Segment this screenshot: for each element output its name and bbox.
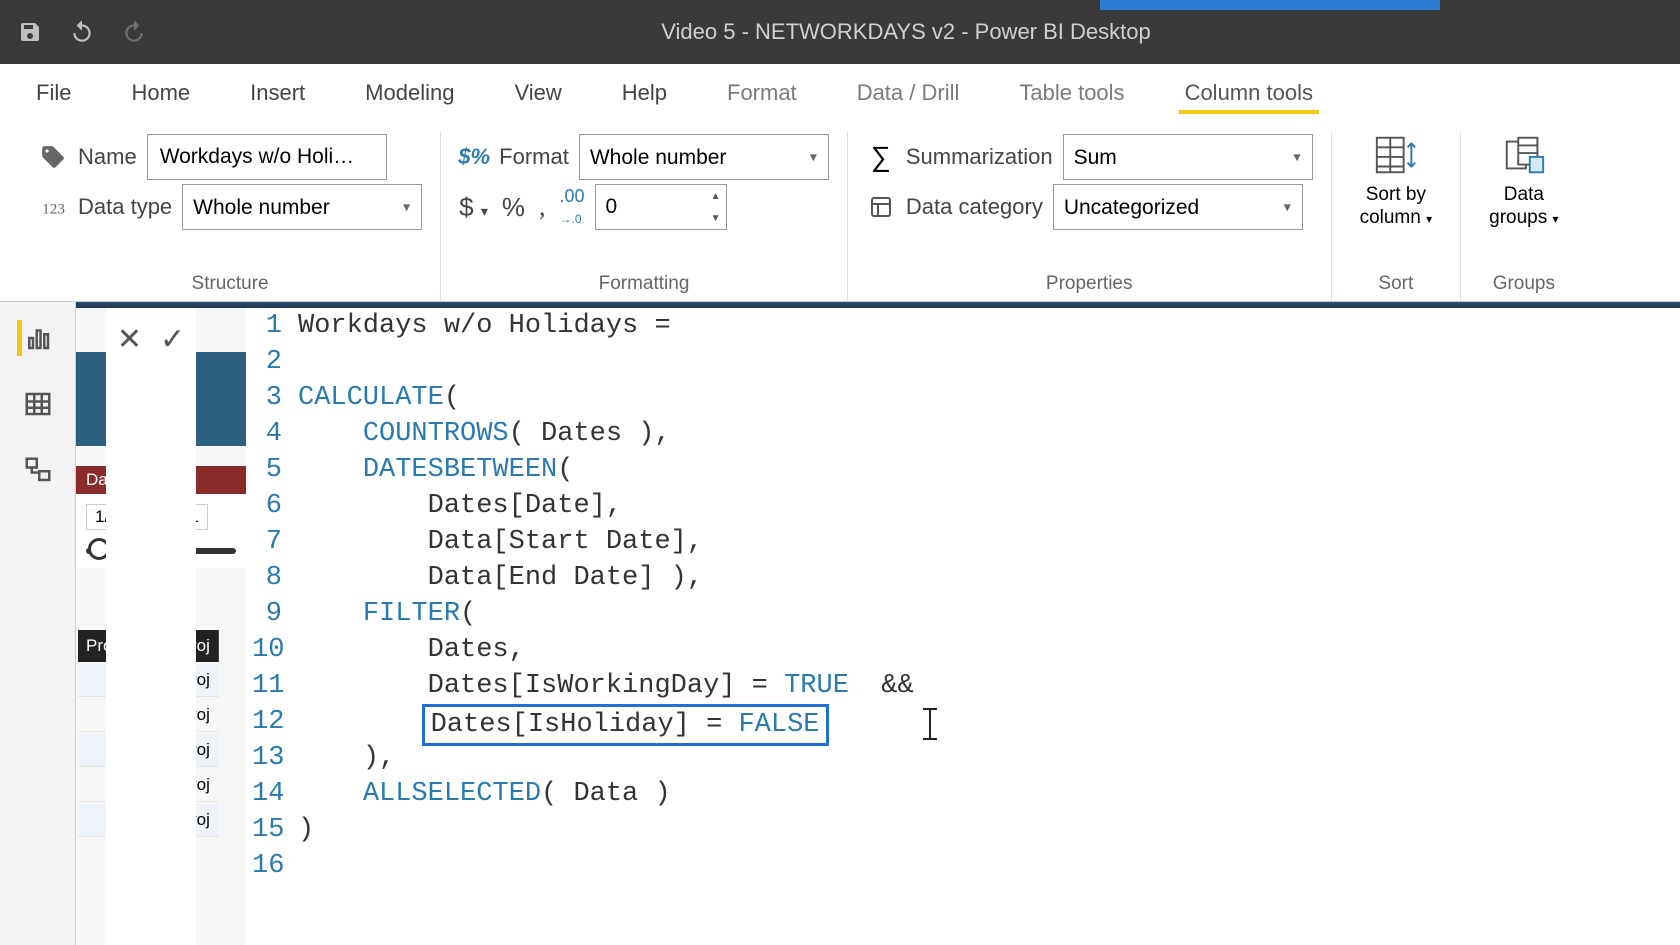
save-icon[interactable]: [16, 18, 44, 46]
undo-icon[interactable]: [68, 18, 96, 46]
currency-button[interactable]: $ ▾: [459, 192, 488, 223]
code-line[interactable]: Data[End Date] ),: [298, 560, 1680, 596]
sort-label: Sort bycolumn ▾: [1360, 184, 1433, 230]
groups-icon: [1501, 132, 1547, 178]
formula-cancel-icon[interactable]: ✕: [117, 322, 142, 357]
line-gutter: 12345678910111213141516: [252, 308, 292, 945]
left-nav: [0, 302, 76, 945]
sort-icon: [1373, 132, 1419, 178]
code-line[interactable]: FILTER(: [298, 596, 1680, 632]
svg-text:123: 123: [42, 201, 65, 218]
data-type-label: Data type: [78, 194, 172, 220]
code-line[interactable]: Dates[Date],: [298, 488, 1680, 524]
tab-home[interactable]: Home: [125, 72, 196, 114]
titlebar-accent: [1100, 0, 1440, 10]
tab-view[interactable]: View: [508, 72, 567, 114]
ribbon-tabs: File Home Insert Modeling View Help Form…: [0, 64, 1680, 122]
spinner-down-icon[interactable]: ▼: [706, 207, 726, 229]
code-line[interactable]: Data[Start Date],: [298, 524, 1680, 560]
code-line[interactable]: CALCULATE(: [298, 380, 1680, 416]
ribbon-group-formatting: $% Format Whole number $ ▾ % , .00→.0 ▲▼…: [441, 132, 848, 301]
decimals-input[interactable]: [596, 185, 706, 229]
tab-format[interactable]: Format: [721, 72, 803, 114]
window-title: Video 5 - NETWORKDAYS v2 - Power BI Desk…: [148, 19, 1664, 45]
nav-model-icon[interactable]: [20, 452, 56, 488]
code-line[interactable]: Dates,: [298, 632, 1680, 668]
ribbon-group-groups: Datagroups ▾ Groups: [1461, 132, 1586, 301]
tab-help[interactable]: Help: [616, 72, 673, 114]
code-line[interactable]: ): [298, 812, 1680, 848]
ribbon-group-properties: ∑ Summarization Sum Data category Uncate…: [848, 132, 1332, 301]
category-icon: [866, 192, 896, 222]
summarization-label: Summarization: [906, 144, 1053, 170]
code-line[interactable]: [298, 344, 1680, 380]
formula-area: ✕ ✓ 12345678910111213141516 Workdays w/o…: [76, 302, 1680, 945]
sort-title: Sort: [1378, 265, 1413, 301]
redo-icon[interactable]: [120, 18, 148, 46]
tab-data-drill[interactable]: Data / Drill: [851, 72, 966, 114]
code-line[interactable]: [298, 848, 1680, 884]
tab-insert[interactable]: Insert: [244, 72, 311, 114]
code-line[interactable]: Dates[IsHoliday] = FALSE: [298, 704, 1680, 740]
dax-editor[interactable]: 12345678910111213141516 Workdays w/o Hol…: [252, 308, 1680, 945]
code-body[interactable]: Workdays w/o Holidays = CALCULATE( COUNT…: [292, 308, 1680, 945]
properties-title: Properties: [866, 265, 1313, 301]
format-label: Format: [499, 144, 569, 170]
format-select[interactable]: Whole number: [579, 134, 829, 180]
ribbon-group-structure: Name 123 Data type Whole number Structur…: [20, 132, 441, 301]
data-type-icon: 123: [38, 192, 68, 222]
category-label: Data category: [906, 194, 1043, 220]
formula-commit-icon[interactable]: ✓: [160, 322, 185, 357]
tab-modeling[interactable]: Modeling: [359, 72, 460, 114]
work-area: ⚙⚙ Suppor Date 1/1/2018 1 Project ID Pro…: [0, 302, 1680, 945]
groups-label: Datagroups ▾: [1489, 184, 1558, 230]
tab-file[interactable]: File: [30, 72, 77, 114]
tab-table-tools[interactable]: Table tools: [1013, 72, 1130, 114]
text-cursor-icon: [929, 709, 931, 739]
summarization-select[interactable]: Sum: [1063, 134, 1313, 180]
nav-report-icon[interactable]: [17, 320, 53, 356]
titlebar: Video 5 - NETWORKDAYS v2 - Power BI Desk…: [0, 0, 1680, 64]
comma-button[interactable]: ,: [539, 192, 546, 222]
code-line[interactable]: DATESBETWEEN(: [298, 452, 1680, 488]
tab-column-tools[interactable]: Column tools: [1179, 72, 1319, 114]
sort-by-column-button[interactable]: Sort bycolumn ▾: [1350, 132, 1443, 230]
format-icon: $%: [459, 142, 489, 172]
nav-data-icon[interactable]: [20, 386, 56, 422]
name-input[interactable]: [147, 134, 387, 180]
code-line[interactable]: ALLSELECTED( Data ): [298, 776, 1680, 812]
spinner-up-icon[interactable]: ▲: [706, 185, 726, 207]
structure-title: Structure: [38, 265, 422, 301]
code-line[interactable]: ),: [298, 740, 1680, 776]
data-type-select[interactable]: Whole number: [182, 184, 422, 230]
groups-title: Groups: [1493, 265, 1555, 301]
sigma-icon: ∑: [866, 142, 896, 172]
tag-icon: [38, 142, 68, 172]
formatting-title: Formatting: [459, 265, 829, 301]
code-line[interactable]: Workdays w/o Holidays =: [298, 308, 1680, 344]
code-line[interactable]: COUNTROWS( Dates ),: [298, 416, 1680, 452]
decimal-button[interactable]: .00→.0: [560, 186, 585, 228]
ribbon-group-sort: Sort bycolumn ▾ Sort: [1332, 132, 1462, 301]
decimals-spinner[interactable]: ▲▼: [595, 184, 727, 230]
data-groups-button[interactable]: Datagroups ▾: [1479, 132, 1568, 230]
category-select[interactable]: Uncategorized: [1053, 184, 1303, 230]
name-label: Name: [78, 144, 137, 170]
ribbon-content: Name 123 Data type Whole number Structur…: [0, 122, 1680, 302]
percent-button[interactable]: %: [502, 192, 525, 223]
formula-actions: ✕ ✓: [106, 308, 196, 945]
code-line[interactable]: Dates[IsWorkingDay] = TRUE &&: [298, 668, 1680, 704]
